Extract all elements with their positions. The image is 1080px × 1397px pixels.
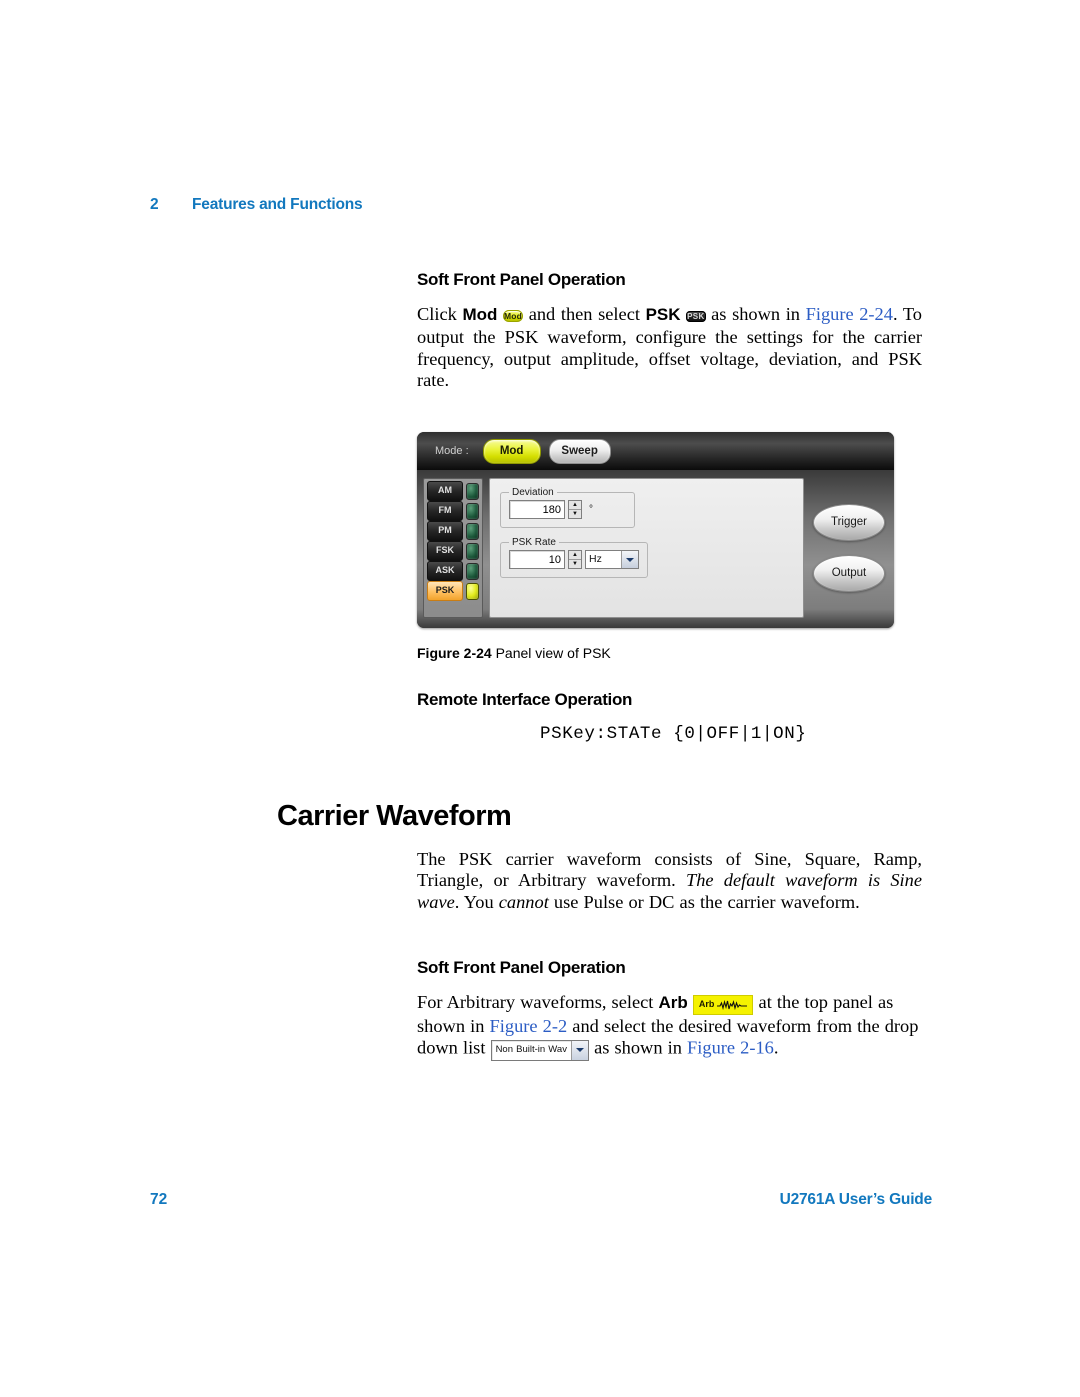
modulation-button-ask[interactable]: ASK bbox=[427, 561, 463, 581]
text-carrier-part3: use Pulse or DC as the carrier waveform. bbox=[548, 891, 860, 912]
deviation-input[interactable]: 180 bbox=[509, 500, 565, 519]
figure-caption-text: Panel view of PSK bbox=[495, 645, 611, 661]
heading-remote-interface-operation: Remote Interface Operation bbox=[417, 690, 633, 709]
figure-caption: Figure 2-24 Panel view of PSK bbox=[417, 645, 611, 661]
xref-figure-2-24[interactable]: Figure 2-24 bbox=[806, 304, 893, 324]
led-indicator-fsk-icon bbox=[466, 542, 479, 560]
mode-button-sweep[interactable]: Sweep bbox=[548, 438, 611, 464]
modulation-row-pm: PM bbox=[427, 521, 479, 541]
modulation-button-psk[interactable]: PSK bbox=[427, 581, 463, 601]
group-psk-rate: PSK Rate 10 ▲ ▼ Hz bbox=[500, 537, 648, 578]
panel-mode-bar: Mode : Mod Sweep bbox=[417, 432, 894, 470]
modulation-row-psk: PSK bbox=[427, 581, 479, 601]
led-indicator-am-icon bbox=[466, 482, 479, 500]
psk-rate-field-row: 10 ▲ ▼ Hz bbox=[509, 550, 639, 569]
trigger-button[interactable]: Trigger bbox=[813, 504, 885, 541]
arb-button-inline-label: Arb bbox=[698, 999, 715, 1009]
chapter-number: 2 bbox=[150, 196, 159, 213]
text-arb-prefix: For Arbitrary waveforms, select bbox=[417, 992, 654, 1013]
led-indicator-ask-icon bbox=[466, 562, 479, 580]
section-title-carrier-waveform: Carrier Waveform bbox=[277, 800, 512, 832]
running-header: 2 Features and Functions bbox=[150, 196, 363, 214]
content-column-top: Soft Front Panel Operation Click Mod Mod… bbox=[417, 270, 922, 391]
modulation-button-fm[interactable]: FM bbox=[427, 501, 463, 521]
footer-page-number: 72 bbox=[150, 1191, 168, 1208]
section-carrier-waveform-body: The PSK carrier waveform consists of Sin… bbox=[417, 849, 922, 913]
heading-soft-front-panel-operation-psk: Soft Front Panel Operation bbox=[417, 270, 626, 289]
text-as-shown-in: as shown in bbox=[711, 304, 800, 324]
chapter-title: Features and Functions bbox=[192, 196, 363, 213]
panel-body: AM FM PM FSK ASK PSK Deviation 180 ▲ ▼ °… bbox=[417, 470, 894, 628]
group-label-psk-rate: PSK Rate bbox=[512, 537, 556, 548]
psk-rate-stepper-down-icon[interactable]: ▼ bbox=[569, 560, 581, 568]
deviation-stepper-down-icon[interactable]: ▼ bbox=[569, 510, 581, 518]
led-indicator-fm-icon bbox=[466, 502, 479, 520]
psk-rate-stepper-up-icon[interactable]: ▲ bbox=[569, 551, 581, 560]
deviation-field-row: 180 ▲ ▼ ° bbox=[509, 500, 626, 519]
section-arb-soft-panel: Soft Front Panel Operation For Arbitrary… bbox=[417, 958, 927, 1062]
psk-rate-stepper[interactable]: ▲ ▼ bbox=[568, 550, 582, 569]
paragraph-arb-instructions: For Arbitrary waveforms, select Arb Arb … bbox=[417, 992, 927, 1062]
scpi-command-pskey-state: PSKey:STATe {0|OFF|1|ON} bbox=[540, 724, 807, 744]
figure-panel-view-of-psk: Mode : Mod Sweep AM FM PM FSK ASK PSK De… bbox=[417, 432, 894, 628]
xref-figure-2-2[interactable]: Figure 2-2 bbox=[490, 1016, 568, 1036]
psk-rate-unit-select[interactable]: Hz bbox=[585, 550, 639, 569]
modulation-row-ask: ASK bbox=[427, 561, 479, 581]
group-label-deviation: Deviation bbox=[512, 487, 554, 498]
group-deviation: Deviation 180 ▲ ▼ ° bbox=[500, 487, 635, 528]
figure-caption-number: Figure 2-24 bbox=[417, 645, 492, 661]
modulation-row-am: AM bbox=[427, 481, 479, 501]
deviation-stepper-up-icon[interactable]: ▲ bbox=[569, 501, 581, 510]
text-arb-suffix: . bbox=[773, 1037, 779, 1058]
modulation-button-fsk[interactable]: FSK bbox=[427, 541, 463, 561]
heading-soft-front-panel-operation-arb: Soft Front Panel Operation bbox=[417, 958, 626, 977]
modulation-row-fsk: FSK bbox=[427, 541, 479, 561]
psk-rate-unit-value: Hz bbox=[589, 553, 602, 565]
deviation-stepper[interactable]: ▲ ▼ bbox=[568, 500, 582, 519]
modulation-button-pm[interactable]: PM bbox=[427, 521, 463, 541]
psk-button-inline-icon: PSK bbox=[686, 303, 706, 326]
arb-button-inline-chip: Arb bbox=[692, 994, 754, 1015]
mode-button-mod[interactable]: Mod bbox=[482, 438, 541, 464]
psk-button-inline-label: PSK bbox=[686, 311, 706, 323]
modulation-row-fm: FM bbox=[427, 501, 479, 521]
waveform-dropdown-combo[interactable]: Non Built-in Wav bbox=[490, 1039, 589, 1061]
chevron-down-icon[interactable] bbox=[570, 1040, 588, 1060]
text-carrier-part2: . You bbox=[454, 891, 499, 912]
text-click: Click bbox=[417, 304, 457, 324]
paragraph-psk-instructions: Click Mod Mod and then select PSK PSK as… bbox=[417, 304, 922, 391]
paragraph-carrier-waveform: The PSK carrier waveform consists of Sin… bbox=[417, 849, 922, 913]
mode-label: Mode : bbox=[435, 445, 469, 457]
label-mod-bold: Mod bbox=[462, 305, 498, 324]
label-psk-bold: PSK bbox=[645, 305, 681, 324]
waveform-dropdown-inline[interactable]: Non Built-in Wav bbox=[490, 1036, 589, 1061]
text-carrier-italic-cannot: cannot bbox=[498, 891, 549, 912]
label-arb-bold: Arb bbox=[658, 993, 688, 1013]
panel-action-buttons: Trigger Output bbox=[810, 478, 888, 618]
mod-button-inline-icon: Mod bbox=[503, 303, 524, 326]
deviation-unit-degree: ° bbox=[589, 504, 593, 515]
text-and-then-select: and then select bbox=[528, 304, 640, 324]
arb-button-inline-icon: Arb bbox=[692, 991, 754, 1015]
chevron-down-icon[interactable] bbox=[621, 551, 638, 568]
psk-rate-input[interactable]: 10 bbox=[509, 550, 565, 569]
mod-button-inline-label: Mod bbox=[503, 310, 524, 323]
output-button[interactable]: Output bbox=[813, 555, 885, 592]
panel-settings-area: Deviation 180 ▲ ▼ ° PSK Rate 10 ▲ ▼ Hz bbox=[489, 478, 804, 618]
waveform-icon bbox=[717, 999, 748, 1010]
section-remote-interface-operation: Remote Interface Operation PSKey:STATe {… bbox=[417, 690, 922, 744]
led-indicator-pm-icon bbox=[466, 522, 479, 540]
xref-figure-2-16[interactable]: Figure 2-16 bbox=[687, 1038, 774, 1058]
footer-guide-title: U2761A User’s Guide bbox=[779, 1191, 933, 1208]
waveform-dropdown-value: Non Built-in Wav bbox=[495, 1043, 567, 1055]
text-arb-mid3: as shown in bbox=[594, 1037, 682, 1058]
modulation-selector-column: AM FM PM FSK ASK PSK bbox=[423, 478, 483, 618]
instrument-soft-front-panel: Mode : Mod Sweep AM FM PM FSK ASK PSK De… bbox=[417, 432, 894, 628]
modulation-button-am[interactable]: AM bbox=[427, 481, 463, 501]
led-indicator-psk-icon bbox=[466, 582, 479, 600]
